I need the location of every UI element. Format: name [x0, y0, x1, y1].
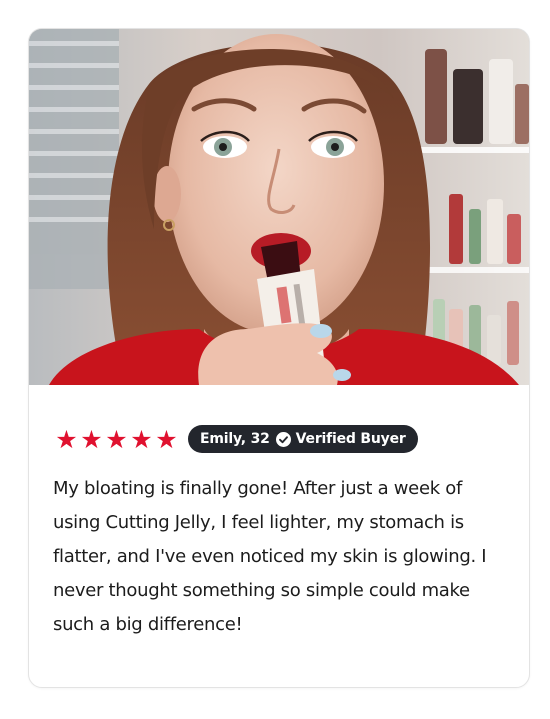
review-body: ★ ★ ★ ★ ★ Emily, 32 Verified Buyer My bl… [29, 424, 529, 642]
check-circle-icon [275, 431, 291, 447]
star-icon: ★ [105, 424, 128, 454]
review-card: ★ ★ ★ ★ ★ Emily, 32 Verified Buyer My bl… [28, 28, 530, 688]
star-rating: ★ ★ ★ ★ ★ [54, 427, 179, 452]
review-text: My bloating is finally gone! After just … [53, 478, 487, 635]
woman-eating-jelly-photo [29, 29, 529, 385]
review-photo [29, 29, 529, 385]
review-meta: ★ ★ ★ ★ ★ Emily, 32 Verified Buyer [53, 424, 505, 454]
reviewer-badge: Emily, 32 Verified Buyer [188, 425, 418, 453]
star-icon: ★ [155, 424, 178, 454]
star-icon: ★ [130, 424, 153, 454]
star-icon: ★ [80, 424, 103, 454]
star-icon: ★ [55, 424, 78, 454]
verified-buyer-label: Verified Buyer [295, 431, 406, 447]
reviewer-name: Emily, 32 [200, 431, 270, 447]
